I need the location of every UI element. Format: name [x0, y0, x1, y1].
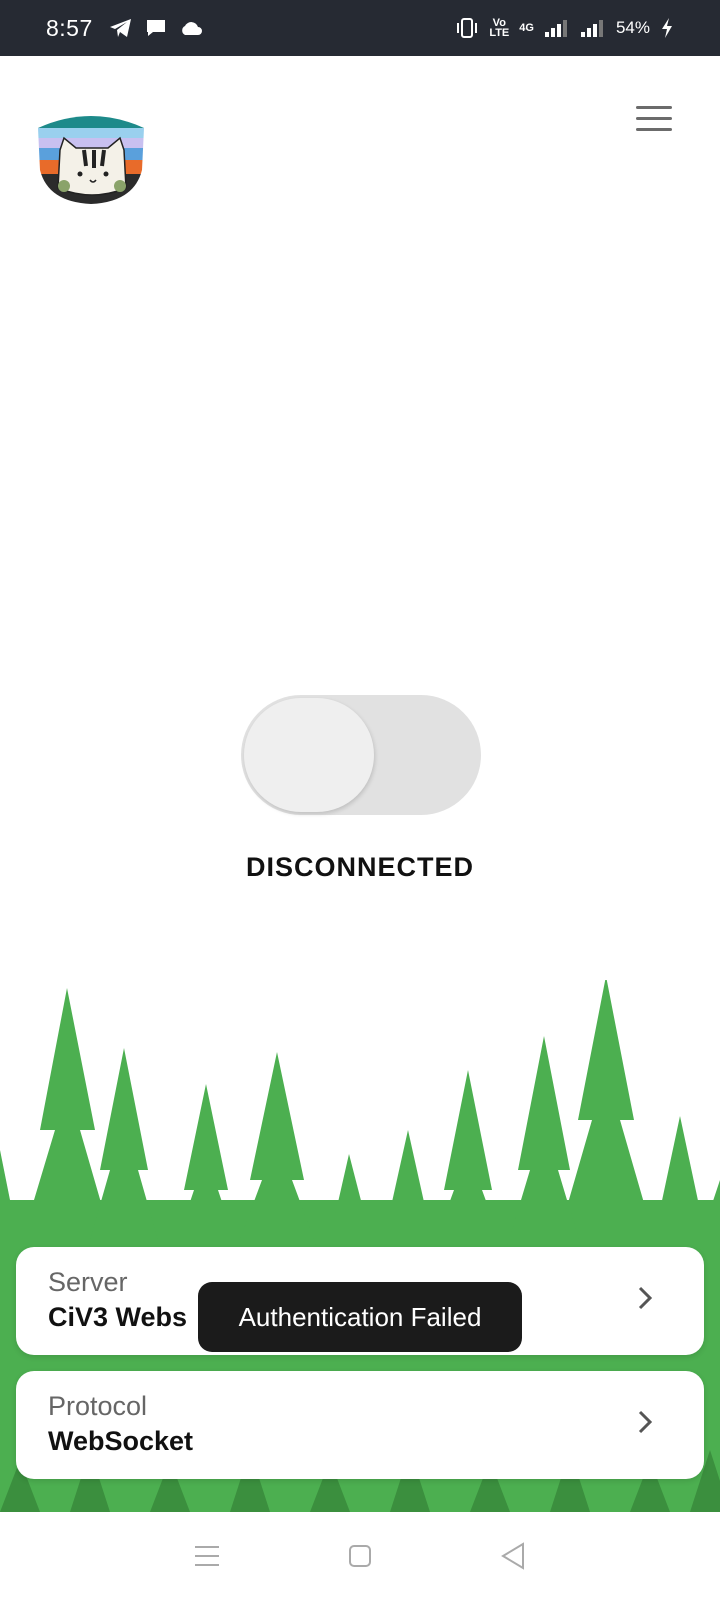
signal-2-icon — [580, 20, 603, 37]
chevron-right-icon — [638, 1286, 653, 1310]
cloud-icon — [181, 22, 202, 35]
connection-toggle[interactable] — [241, 695, 481, 815]
recents-icon — [194, 1546, 219, 1566]
battery-percent: 54% — [615, 18, 650, 37]
system-indicators: Vo LTE 4G 54% — [455, 17, 674, 39]
message-icon — [146, 20, 165, 36]
volte-indicator: Vo LTE — [489, 17, 510, 39]
home-button[interactable] — [340, 1536, 380, 1576]
signal-icon — [544, 20, 567, 37]
recents-button[interactable] — [187, 1536, 227, 1576]
hamburger-menu-icon[interactable] — [636, 100, 680, 136]
status-bar: 8:57 Vo LTE 4G 54% — [0, 0, 720, 56]
protocol-value: WebSocket — [48, 1426, 194, 1456]
back-button[interactable] — [493, 1536, 533, 1576]
toast-message: Authentication Failed — [198, 1282, 522, 1352]
chevron-right-icon — [638, 1410, 653, 1434]
protocol-card[interactable]: Protocol WebSocket — [16, 1371, 704, 1479]
home-icon — [348, 1545, 371, 1567]
back-icon — [501, 1542, 525, 1570]
network-type: 4G — [519, 22, 534, 34]
connection-status: DISCONNECTED — [245, 852, 474, 882]
clock: 8:57 — [46, 14, 93, 41]
notification-icons — [109, 18, 203, 38]
protocol-label: Protocol — [48, 1391, 148, 1421]
system-nav-bar — [0, 1512, 720, 1600]
toggle-knob — [244, 698, 374, 812]
telegram-icon — [109, 19, 131, 37]
charging-icon — [662, 18, 672, 38]
cat-logo-icon — [38, 116, 144, 204]
vibrate-icon — [457, 18, 478, 38]
